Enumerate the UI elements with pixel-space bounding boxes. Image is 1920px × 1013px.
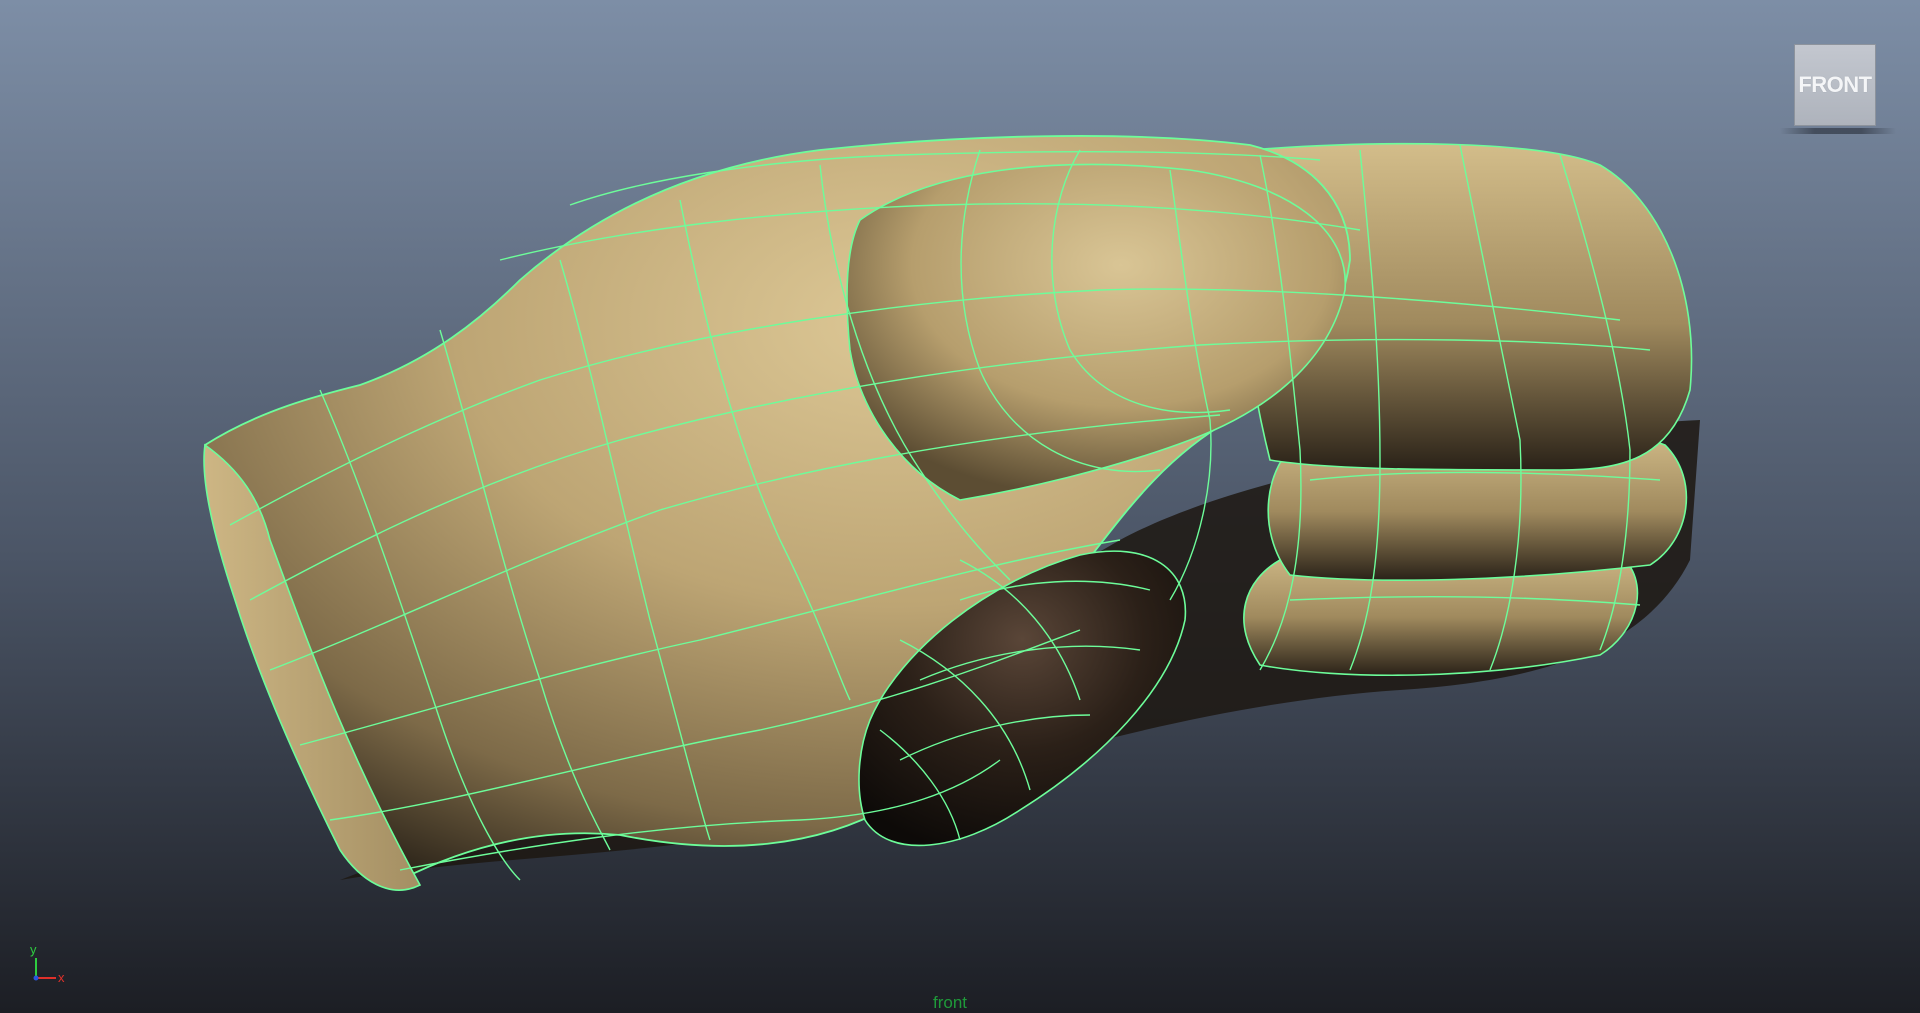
view-cube-shadow xyxy=(1780,128,1896,134)
view-cube[interactable]: FRONT xyxy=(1780,44,1896,134)
front-viewport[interactable]: FRONT y x front xyxy=(0,0,1920,1013)
view-cube-label: FRONT xyxy=(1798,72,1872,97)
viewport-scene[interactable] xyxy=(0,0,1920,1013)
x-axis-label: x xyxy=(58,970,65,985)
z-axis-dot xyxy=(33,975,39,981)
axis-gizmo: y x xyxy=(30,942,65,985)
camera-name-label: front xyxy=(932,993,968,1012)
y-axis-label: y xyxy=(30,942,37,957)
view-cube-front-face[interactable]: FRONT xyxy=(1794,44,1876,126)
